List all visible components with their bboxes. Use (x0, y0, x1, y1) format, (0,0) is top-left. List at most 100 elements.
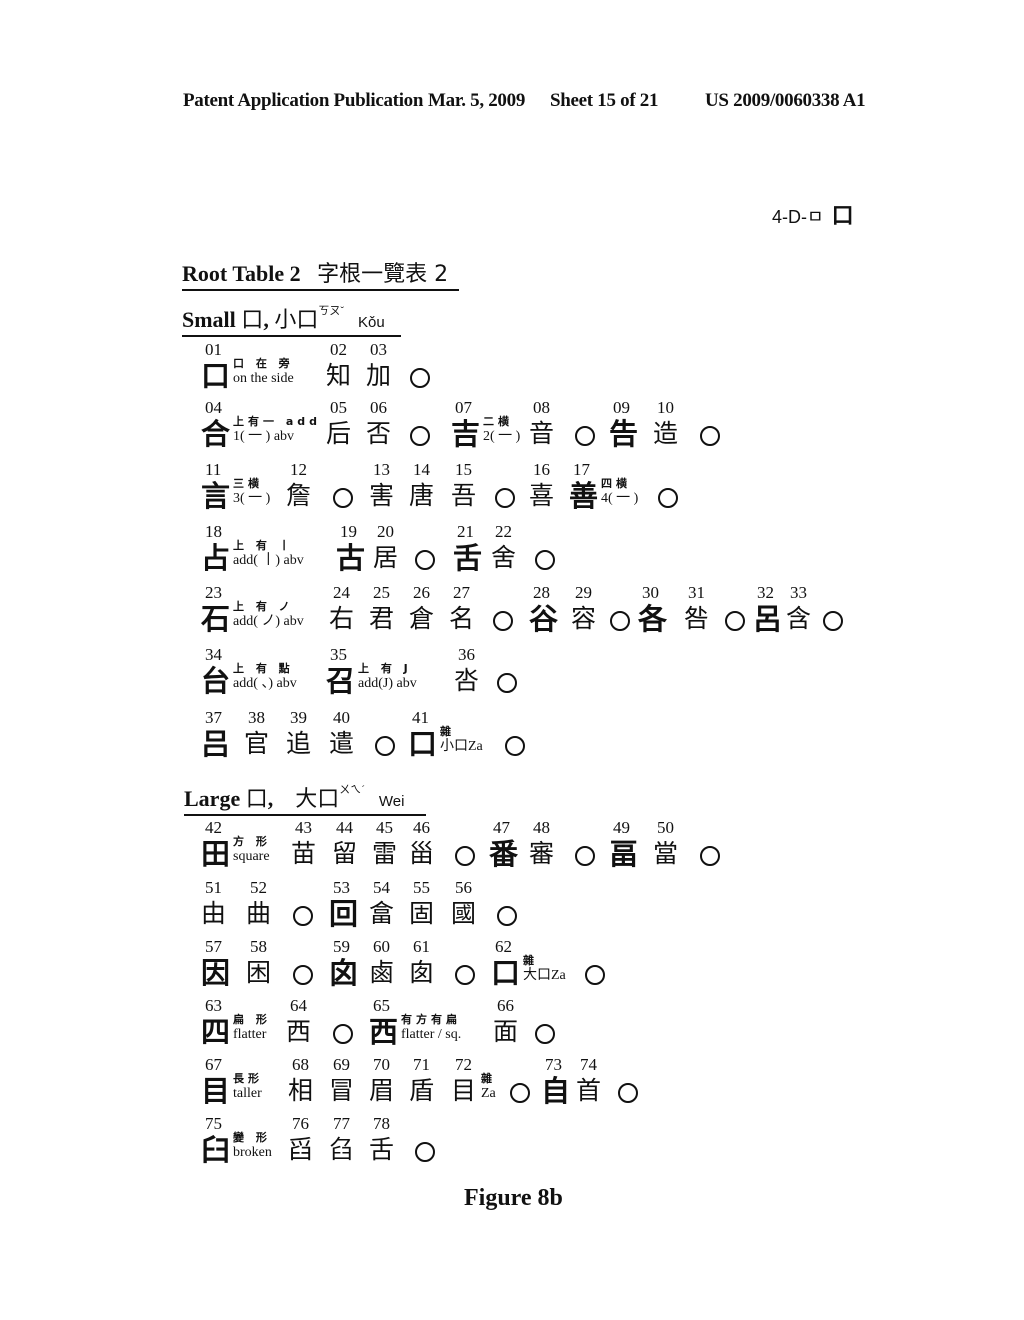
entry-number: 70 (373, 1055, 390, 1074)
group-end-circle (415, 1142, 435, 1162)
section-en: Large (184, 786, 246, 811)
annotation-bottom: 1( 一 ) abv (233, 429, 295, 444)
group-end-circle (505, 736, 525, 756)
annotation-top: 上 有 丨 (233, 539, 294, 552)
root-character: 臼 (201, 1133, 231, 1167)
root-character: 盾 (409, 1076, 435, 1105)
figure-label: Figure 8b (464, 1185, 563, 1211)
table-title-zh: 字根一覽表 2 (317, 262, 449, 287)
group-end-circle (725, 611, 745, 631)
annotation-bottom: add( ノ) abv (233, 614, 304, 629)
root-character: 言 (201, 479, 231, 513)
root-character: 困 (246, 958, 272, 987)
entry-number: 02 (330, 340, 347, 359)
root-character: 西 (286, 1017, 312, 1046)
annotation-bottom: Za (481, 1086, 496, 1101)
root-character: 召 (326, 664, 356, 698)
entry-number: 61 (413, 937, 430, 956)
table-title-en: Root Table 2 (182, 261, 301, 286)
group-end-circle (575, 846, 595, 866)
annotation-top: 長形 (233, 1072, 263, 1085)
group-end-circle (823, 611, 843, 631)
root-character: 番 (489, 837, 519, 871)
entry-number: 55 (413, 878, 430, 897)
entry-number: 25 (373, 583, 390, 602)
root-character: 眉 (369, 1076, 395, 1105)
entry-number: 45 (376, 818, 393, 837)
character-annotation: 上 有 丨 add( 丨) abv (233, 538, 304, 568)
entry-number: 20 (377, 522, 394, 541)
annotation-bottom: add(J) abv (358, 676, 417, 691)
entry-number: 66 (497, 996, 514, 1015)
entry-number: 31 (688, 583, 705, 602)
root-character: 呂 (753, 602, 783, 636)
entry-number: 62 (495, 937, 512, 956)
annotation-bottom: broken (233, 1145, 272, 1160)
entry-number: 40 (333, 708, 350, 727)
root-character: 面 (493, 1017, 519, 1046)
group-end-circle (333, 488, 353, 508)
entry-number: 29 (575, 583, 592, 602)
root-character: 名 (449, 604, 475, 633)
root-character: 因 (201, 956, 231, 990)
entry-number: 48 (533, 818, 550, 837)
section-zh: 小口 (274, 308, 319, 333)
root-character: 舍 (491, 543, 517, 572)
entry-number: 47 (493, 818, 510, 837)
character-annotation: 二横 2( 一 ) (483, 414, 520, 444)
entry-number: 17 (573, 460, 590, 479)
entry-number: 08 (533, 398, 550, 417)
root-character: 善 (569, 479, 599, 513)
annotation-top: 有方有扁 (401, 1013, 461, 1026)
group-end-circle (535, 1024, 555, 1044)
entry-number: 63 (205, 996, 222, 1015)
entry-number: 68 (292, 1055, 309, 1074)
group-end-circle (455, 846, 475, 866)
character-annotation: 上有一 add 1( 一 ) abv (233, 414, 321, 444)
root-character: 首 (576, 1076, 602, 1105)
group-end-circle (333, 1024, 353, 1044)
entry-number: 60 (373, 937, 390, 956)
root-character: 畐 (609, 837, 639, 871)
root-character: 知 (326, 361, 352, 390)
section-large-title: Large 口, 大口ㄨㄟˊ Wei (184, 781, 427, 816)
root-character: 吉 (451, 417, 481, 451)
annotation-bottom: 小口Za (440, 739, 483, 754)
root-character: 右 (329, 604, 355, 633)
root-character: 加 (366, 361, 392, 390)
annotation-bottom: 4( 一 ) (601, 491, 639, 506)
character-annotation: 有方有扁 flatter / sq. (401, 1012, 461, 1042)
root-character: 甾 (409, 839, 435, 868)
entry-number: 13 (373, 460, 390, 479)
entry-number: 27 (453, 583, 470, 602)
annotation-top: 雜 (481, 1072, 496, 1085)
entry-number: 59 (333, 937, 350, 956)
entry-number: 21 (457, 522, 474, 541)
root-character: 西 (369, 1015, 399, 1049)
section-sep: , (263, 307, 275, 332)
group-end-circle (293, 906, 313, 926)
group-end-circle (535, 550, 555, 570)
category-code: 4-D-ㅁ口 (772, 198, 854, 230)
section-zhuyin: ㄨㄟˊ (339, 784, 365, 796)
header-date: Mar. 5, 2009 (428, 90, 526, 111)
root-character: 倉 (409, 604, 435, 633)
entry-number: 15 (455, 460, 472, 479)
entry-number: 75 (205, 1114, 222, 1133)
root-character: 冒 (329, 1076, 355, 1105)
section-glyph: 口 (241, 308, 264, 333)
root-character: 害 (369, 481, 395, 510)
entry-number: 71 (413, 1055, 430, 1074)
root-character: 四 (201, 1015, 231, 1049)
annotation-bottom: taller (233, 1086, 262, 1101)
root-character: 遣 (329, 729, 355, 758)
section-en: Small (182, 307, 242, 332)
entry-number: 03 (370, 340, 387, 359)
entry-number: 42 (205, 818, 222, 837)
root-character: 造 (653, 419, 679, 448)
root-character: 口 (201, 359, 231, 393)
root-character: 呇 (454, 666, 480, 695)
group-end-circle (497, 673, 517, 693)
group-end-circle (455, 965, 475, 985)
root-character: 由 (201, 899, 227, 928)
